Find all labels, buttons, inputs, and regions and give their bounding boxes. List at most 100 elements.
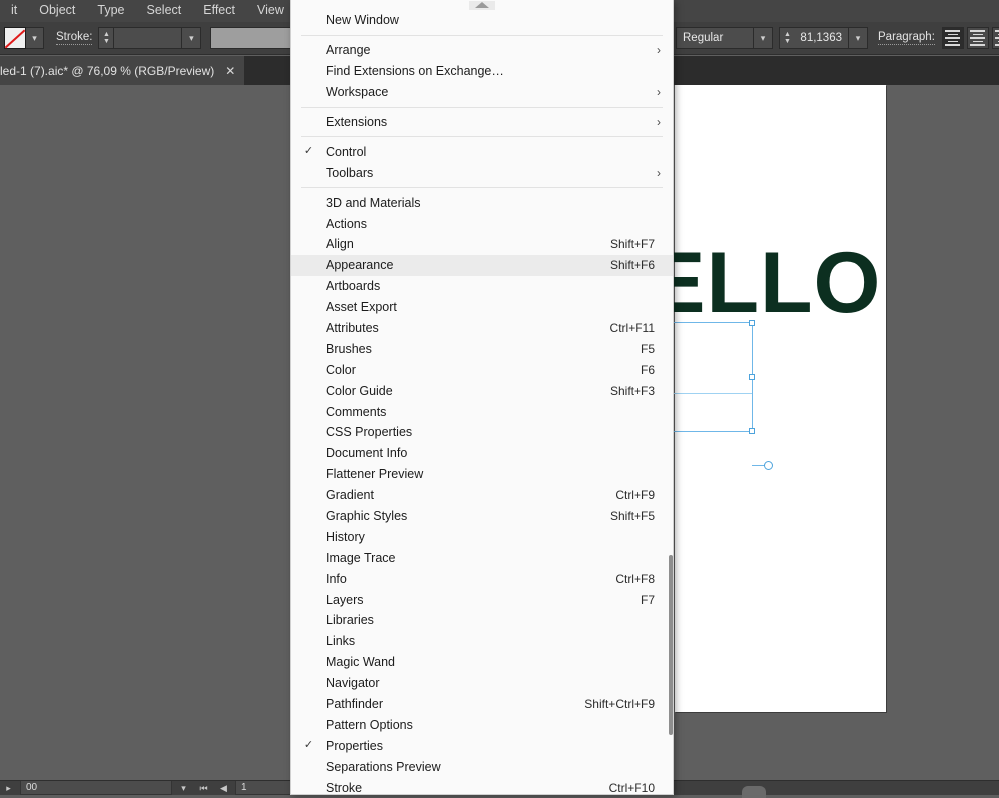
menu-item-gradient[interactable]: Gradient Ctrl+F9 [291, 485, 673, 506]
menu-item-stroke[interactable]: Stroke Ctrl+F10 [291, 777, 673, 795]
menu-item-shortcut: F7 [640, 592, 655, 607]
menu-separator [301, 136, 663, 138]
menubar-item-type[interactable]: Type [86, 0, 135, 22]
menu-item-3d-and-materials[interactable]: 3D and Materials [291, 192, 673, 213]
fill-dropdown-chevron-down-icon[interactable]: ▾ [26, 27, 44, 49]
stroke-weight-field[interactable] [114, 27, 183, 49]
menu-scrollbar[interactable] [669, 0, 673, 794]
menu-item-new-window[interactable]: New Window [291, 10, 673, 31]
window-menu-dropdown[interactable]: New Window Arrange › Find Extensions on Exc… [290, 0, 674, 795]
font-size-stepper[interactable]: ▲ ▼ [779, 27, 795, 49]
stroke-label[interactable]: Stroke: [56, 31, 93, 45]
chevron-right-icon: › [657, 43, 661, 58]
menu-item-libraries[interactable]: Libraries [291, 610, 673, 631]
menu-item-toolbars[interactable]: Toolbars › [291, 162, 673, 183]
previous-artboard-icon[interactable]: ◀ [215, 781, 232, 795]
stroke-weight-stepper[interactable]: ▲ ▼ [98, 27, 115, 49]
menu-item-extensions[interactable]: Extensions › [291, 112, 673, 133]
menu-item-label: History [326, 529, 365, 544]
menubar-item-object[interactable]: Object [28, 0, 86, 22]
menu-item-label: New Window [326, 13, 399, 28]
menu-scrollbar-thumb[interactable] [669, 555, 673, 735]
chevron-right-icon: › [657, 165, 661, 180]
menubar-item-view[interactable]: View [246, 0, 295, 22]
menu-item-color[interactable]: Color F6 [291, 359, 673, 380]
menu-item-layers[interactable]: Layers F7 [291, 589, 673, 610]
menu-item-attributes[interactable]: Attributes Ctrl+F11 [291, 318, 673, 339]
artboard-tool-icon[interactable]: ▸ [0, 781, 17, 795]
menu-separator [301, 106, 663, 108]
menu-item-label: Magic Wand [326, 655, 396, 670]
menu-item-properties[interactable]: ✓ Properties [291, 735, 673, 756]
menu-item-workspace[interactable]: Workspace › [291, 82, 673, 103]
menu-item-label: Color Guide [326, 383, 393, 398]
menu-item-shortcut: Shift+F3 [609, 383, 655, 398]
text-out-port-handle[interactable] [764, 461, 773, 470]
menu-item-shortcut: Ctrl+F8 [615, 571, 655, 586]
menu-item-comments[interactable]: Comments [291, 401, 673, 422]
menu-separator [301, 187, 663, 189]
align-right-button[interactable] [991, 27, 999, 49]
align-center-button[interactable] [966, 27, 989, 49]
menu-item-document-info[interactable]: Document Info [291, 443, 673, 464]
menu-item-actions[interactable]: Actions [291, 213, 673, 234]
zoom-chevron-down-icon[interactable]: ▾ [175, 781, 192, 795]
font-size-chevron-down-icon[interactable]: ▾ [849, 27, 868, 49]
paragraph-label[interactable]: Paragraph: [878, 31, 935, 45]
zoom-level-field[interactable]: 00 [20, 781, 172, 795]
menu-item-label: Separations Preview [326, 759, 441, 774]
menu-item-shortcut: Shift+Ctrl+F9 [584, 697, 655, 712]
font-style-field[interactable]: Regular [676, 27, 754, 49]
menu-item-arrange[interactable]: Arrange › [291, 40, 673, 61]
menubar-item-it[interactable]: it [0, 0, 28, 22]
font-size-field[interactable]: 81,1363 [795, 27, 849, 49]
menu-item-label: Workspace [326, 85, 389, 100]
menu-item-artboards[interactable]: Artboards [291, 276, 673, 297]
fill-swatch-none[interactable] [4, 27, 26, 49]
menu-item-label: Graphic Styles [326, 509, 408, 524]
menu-item-label: Info [326, 571, 347, 586]
menu-item-shortcut: Ctrl+F9 [615, 488, 655, 503]
align-left-button[interactable] [941, 27, 964, 49]
document-tab[interactable]: led-1 (7).aic* @ 76,09 % (RGB/Preview) ✕ [0, 56, 246, 85]
menu-item-pathfinder[interactable]: Pathfinder Shift+Ctrl+F9 [291, 694, 673, 715]
menu-item-brushes[interactable]: Brushes F5 [291, 338, 673, 359]
font-style-chevron-down-icon[interactable]: ▾ [754, 27, 773, 49]
scrollbar-handle[interactable] [742, 786, 766, 798]
menu-item-navigator[interactable]: Navigator [291, 673, 673, 694]
menu-item-info[interactable]: Info Ctrl+F8 [291, 568, 673, 589]
application-window: itObjectTypeSelectEffectViewWindow ▾ Str… [0, 0, 999, 798]
menu-item-asset-export[interactable]: Asset Export [291, 297, 673, 318]
stroke-weight-chevron-down-icon[interactable]: ▾ [182, 27, 202, 49]
menu-item-label: Stroke [326, 780, 363, 795]
menu-item-flattener-preview[interactable]: Flattener Preview [291, 464, 673, 485]
menu-item-separations-preview[interactable]: Separations Preview [291, 756, 673, 777]
close-icon[interactable]: ✕ [225, 64, 235, 78]
menu-item-control[interactable]: ✓ Control [291, 141, 673, 162]
selection-handle-top-right[interactable] [749, 320, 755, 326]
menu-item-label: Attributes [326, 321, 379, 336]
menu-item-css-properties[interactable]: CSS Properties [291, 422, 673, 443]
menu-item-find-extensions-on-exchange[interactable]: Find Extensions on Exchange… [291, 61, 673, 82]
chevron-up-icon [475, 2, 489, 8]
menu-item-pattern-options[interactable]: Pattern Options [291, 715, 673, 736]
menubar-item-select[interactable]: Select [136, 0, 193, 22]
menu-item-magic-wand[interactable]: Magic Wand [291, 652, 673, 673]
menu-item-label: Color [326, 362, 356, 377]
menu-item-appearance[interactable]: Appearance Shift+F6 [291, 254, 673, 276]
menu-item-history[interactable]: History [291, 526, 673, 547]
selection-handle-middle-right[interactable] [749, 374, 755, 380]
menu-item-graphic-styles[interactable]: Graphic Styles Shift+F5 [291, 506, 673, 527]
selection-handle-bottom-right[interactable] [749, 428, 755, 434]
document-tab-title: led-1 (7).aic* @ 76,09 % (RGB/Preview) [0, 63, 215, 78]
first-artboard-icon[interactable]: ⏮ [195, 781, 212, 795]
check-icon: ✓ [303, 145, 314, 158]
menu-item-image-trace[interactable]: Image Trace [291, 547, 673, 568]
menu-item-align[interactable]: Align Shift+F7 [291, 234, 673, 255]
menu-item-color-guide[interactable]: Color Guide Shift+F3 [291, 380, 673, 401]
menu-item-links[interactable]: Links [291, 631, 673, 652]
menu-item-shortcut: Shift+F6 [609, 258, 655, 273]
menubar-item-effect[interactable]: Effect [192, 0, 246, 22]
menu-scroll-up-button[interactable] [291, 0, 673, 10]
menu-item-shortcut: Shift+F5 [609, 509, 655, 524]
